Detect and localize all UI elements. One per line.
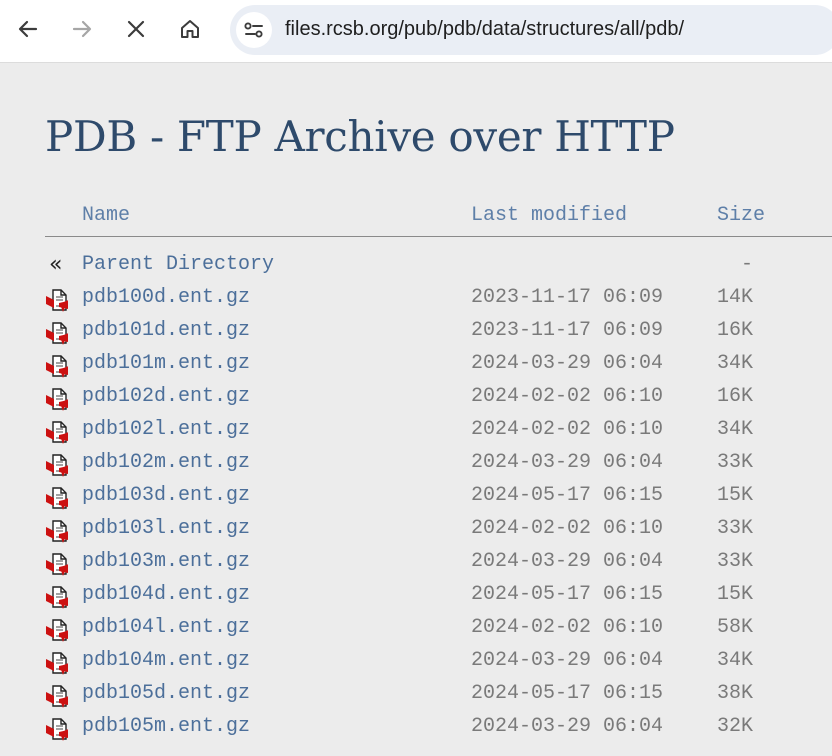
file-modified: 2024-03-29 06:04 xyxy=(471,649,664,672)
file-link[interactable]: pdb100d.ent.gz xyxy=(82,286,250,309)
home-icon xyxy=(181,20,199,38)
file-link[interactable]: pdb105d.ent.gz xyxy=(82,682,250,705)
size-column-header[interactable]: Size xyxy=(717,204,765,227)
site-info-icon xyxy=(244,22,263,38)
file-size: 33K xyxy=(717,517,754,540)
file-link[interactable]: pdb103m.ent.gz xyxy=(82,550,250,573)
parent-directory-link[interactable]: Parent Directory xyxy=(82,253,274,276)
table-row: pdb105d.ent.gz 2024-05-17 06:15 38K xyxy=(45,678,832,711)
file-link[interactable]: pdb102l.ent.gz xyxy=(82,418,250,441)
file-modified: 2023-11-17 06:09 xyxy=(471,319,664,342)
table-row: pdb103l.ent.gz 2024-02-02 06:10 33K xyxy=(45,513,832,546)
home-button[interactable] xyxy=(171,10,209,48)
parent-directory-icon: « xyxy=(49,252,63,277)
file-modified: 2024-05-17 06:15 xyxy=(471,583,664,606)
file-size: 32K xyxy=(717,715,754,738)
table-row: pdb101m.ent.gz 2024-03-29 06:04 34K xyxy=(45,348,832,381)
table-row: pdb100d.ent.gz 2023-11-17 06:09 14K xyxy=(45,282,832,315)
file-size: 58K xyxy=(717,616,754,639)
file-link[interactable]: pdb103d.ent.gz xyxy=(82,484,250,507)
url-text[interactable]: files.rcsb.org/pub/pdb/data/structures/a… xyxy=(285,18,684,41)
forward-button[interactable] xyxy=(63,10,101,48)
forward-arrow-icon xyxy=(72,20,92,38)
file-modified: 2023-11-17 06:09 xyxy=(471,286,664,309)
file-modified: 2024-03-29 06:04 xyxy=(471,352,664,375)
file-link[interactable]: pdb105m.ent.gz xyxy=(82,715,250,738)
file-modified: 2024-03-29 06:04 xyxy=(471,550,664,573)
file-link[interactable]: pdb104d.ent.gz xyxy=(82,583,250,606)
file-modified: 2024-02-02 06:10 xyxy=(471,385,664,408)
file-link[interactable]: pdb102m.ent.gz xyxy=(82,451,250,474)
file-link[interactable]: pdb102d.ent.gz xyxy=(82,385,250,408)
file-size: 33K xyxy=(717,550,754,573)
address-bar[interactable]: files.rcsb.org/pub/pdb/data/structures/a… xyxy=(230,5,832,55)
file-size: 16K xyxy=(717,319,754,342)
file-size: 15K xyxy=(717,583,754,606)
file-size: 33K xyxy=(717,451,754,474)
file-link[interactable]: pdb103l.ent.gz xyxy=(82,517,250,540)
file-link[interactable]: pdb101m.ent.gz xyxy=(82,352,250,375)
file-modified: 2024-05-17 06:15 xyxy=(471,484,664,507)
directory-listing: Name Last modified Size « Parent Directo… xyxy=(45,200,832,744)
page-title: PDB - FTP Archive over HTTP xyxy=(45,112,675,161)
table-row: pdb102d.ent.gz 2024-02-02 06:10 16K xyxy=(45,381,832,414)
close-icon xyxy=(127,20,145,38)
file-modified: 2024-03-29 06:04 xyxy=(471,715,664,738)
last-modified-column-header[interactable]: Last modified xyxy=(471,204,627,227)
table-row: pdb102m.ent.gz 2024-03-29 06:04 33K xyxy=(45,447,832,480)
back-button[interactable] xyxy=(9,10,47,48)
parent-directory-row: « Parent Directory - xyxy=(45,249,832,282)
parent-directory-size: - xyxy=(741,253,754,276)
table-row: pdb104d.ent.gz 2024-05-17 06:15 15K xyxy=(45,579,832,612)
file-size: 38K xyxy=(717,682,754,705)
file-size: 34K xyxy=(717,418,754,441)
file-modified: 2024-05-17 06:15 xyxy=(471,682,664,705)
file-modified: 2024-03-29 06:04 xyxy=(471,451,664,474)
table-row: pdb104l.ent.gz 2024-02-02 06:10 58K xyxy=(45,612,832,645)
file-size: 15K xyxy=(717,484,754,507)
file-modified: 2024-02-02 06:10 xyxy=(471,517,664,540)
compressed-file-icon xyxy=(45,717,69,748)
table-row: pdb101d.ent.gz 2023-11-17 06:09 16K xyxy=(45,315,832,348)
file-link[interactable]: pdb101d.ent.gz xyxy=(82,319,250,342)
listing-header: Name Last modified Size xyxy=(45,200,832,237)
file-size: 16K xyxy=(717,385,754,408)
file-list: pdb100d.ent.gz 2023-11-17 06:09 14K pdb101d… xyxy=(45,282,832,744)
file-size: 34K xyxy=(717,352,754,375)
table-row: pdb105m.ent.gz 2024-03-29 06:04 32K xyxy=(45,711,832,744)
file-link[interactable]: pdb104l.ent.gz xyxy=(82,616,250,639)
table-row: pdb103d.ent.gz 2024-05-17 06:15 15K xyxy=(45,480,832,513)
table-row: pdb104m.ent.gz 2024-03-29 06:04 34K xyxy=(45,645,832,678)
browser-toolbar: files.rcsb.org/pub/pdb/data/structures/a… xyxy=(0,0,832,63)
back-arrow-icon xyxy=(18,20,38,38)
file-size: 34K xyxy=(717,649,754,672)
file-modified: 2024-02-02 06:10 xyxy=(471,616,664,639)
site-info-button[interactable] xyxy=(236,12,272,48)
file-modified: 2024-02-02 06:10 xyxy=(471,418,664,441)
table-row: pdb103m.ent.gz 2024-03-29 06:04 33K xyxy=(45,546,832,579)
file-size: 14K xyxy=(717,286,754,309)
stop-loading-button[interactable] xyxy=(117,10,155,48)
name-column-header[interactable]: Name xyxy=(82,204,130,227)
file-link[interactable]: pdb104m.ent.gz xyxy=(82,649,250,672)
table-row: pdb102l.ent.gz 2024-02-02 06:10 34K xyxy=(45,414,832,447)
